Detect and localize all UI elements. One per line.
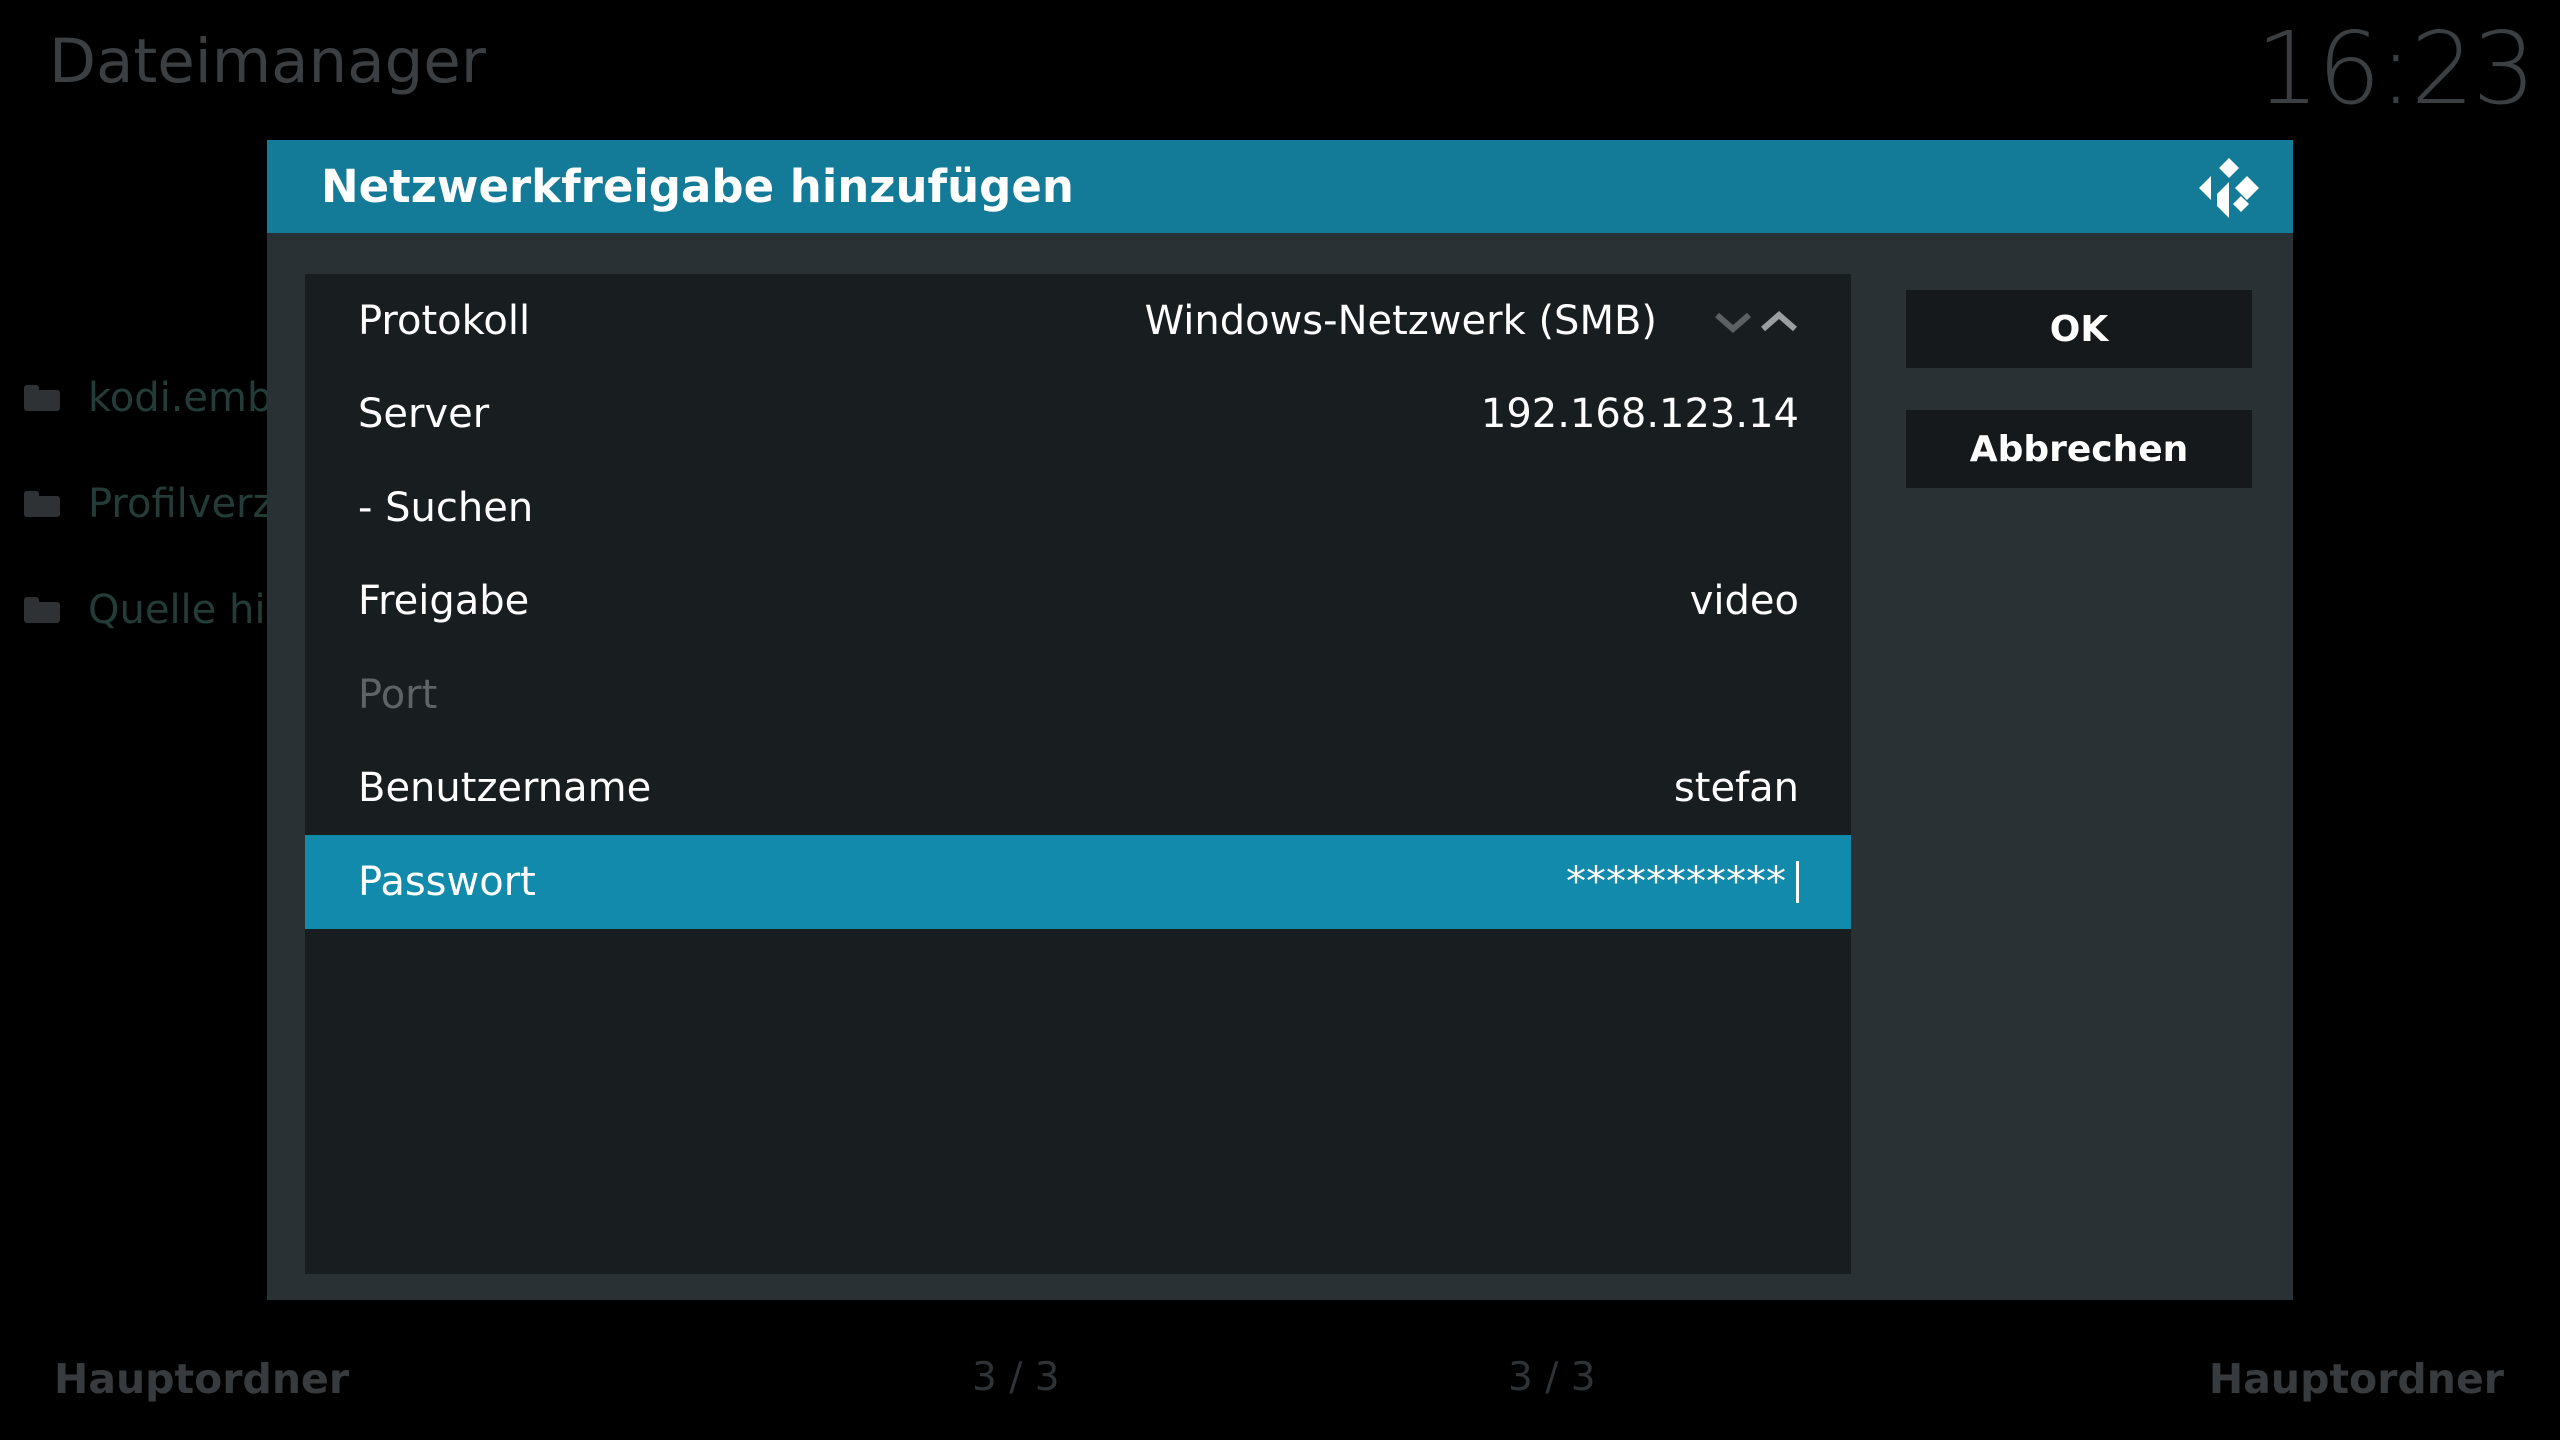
setting-label: Port bbox=[358, 671, 438, 718]
background-file-list: kodi.emby Profilverze Quelle hin bbox=[24, 345, 298, 663]
setting-value: video bbox=[1689, 578, 1799, 625]
clock: 16:23 bbox=[2255, 10, 2536, 127]
folder-icon bbox=[24, 597, 60, 623]
add-network-share-dialog: Netzwerkfreigabe hinzufügen Protokoll Wi… bbox=[267, 140, 2293, 1300]
setting-label: Benutzername bbox=[358, 765, 652, 812]
setting-value: stefan bbox=[1673, 765, 1799, 812]
footer-page-count-left: 3 / 3 bbox=[972, 1355, 1060, 1400]
setting-label: Passwort bbox=[358, 858, 536, 905]
ok-button[interactable]: OK bbox=[1906, 290, 2252, 368]
password-setting[interactable]: Passwort *********** bbox=[305, 835, 1851, 929]
footer-left-label: Hauptordner bbox=[54, 1355, 350, 1403]
list-item[interactable]: kodi.emby bbox=[24, 345, 298, 451]
page-title: Dateimanager bbox=[49, 26, 486, 97]
list-item-label: kodi.emby bbox=[88, 375, 297, 421]
setting-value: Windows-Netzwerk (SMB) bbox=[1144, 297, 1657, 344]
setting-label: Server bbox=[358, 391, 490, 438]
folder-icon bbox=[24, 385, 60, 411]
setting-label: Protokoll bbox=[358, 297, 531, 344]
username-setting[interactable]: Benutzername stefan bbox=[305, 742, 1851, 836]
folder-icon bbox=[24, 491, 60, 517]
port-setting: Port bbox=[305, 648, 1851, 742]
password-field[interactable]: *********** bbox=[1566, 859, 1786, 905]
kodi-logo-icon bbox=[2199, 158, 2259, 218]
list-item[interactable]: Quelle hin bbox=[24, 557, 298, 663]
dialog-header: Netzwerkfreigabe hinzufügen bbox=[267, 140, 2293, 233]
browse-setting[interactable]: - Suchen bbox=[305, 461, 1851, 555]
share-setting[interactable]: Freigabe video bbox=[305, 555, 1851, 649]
cancel-button[interactable]: Abbrechen bbox=[1906, 410, 2252, 488]
settings-list: Protokoll Windows-Netzwerk (SMB) Server … bbox=[305, 274, 1851, 1274]
setting-label: Freigabe bbox=[358, 578, 530, 625]
setting-label: - Suchen bbox=[358, 484, 534, 531]
footer-page-count-right: 3 / 3 bbox=[1508, 1355, 1596, 1400]
spinner-control[interactable] bbox=[1713, 309, 1799, 333]
chevron-down-icon[interactable] bbox=[1713, 309, 1753, 333]
list-item-label: Quelle hin bbox=[88, 587, 291, 633]
list-item[interactable]: Profilverze bbox=[24, 451, 298, 557]
protocol-setting[interactable]: Protokoll Windows-Netzwerk (SMB) bbox=[305, 274, 1851, 368]
chevron-up-icon[interactable] bbox=[1759, 309, 1799, 333]
text-cursor bbox=[1796, 860, 1799, 903]
server-setting[interactable]: Server 192.168.123.14 bbox=[305, 368, 1851, 462]
dialog-title: Netzwerkfreigabe hinzufügen bbox=[321, 160, 1074, 213]
footer-right-label: Hauptordner bbox=[2208, 1355, 2504, 1403]
setting-value: 192.168.123.14 bbox=[1480, 391, 1799, 438]
